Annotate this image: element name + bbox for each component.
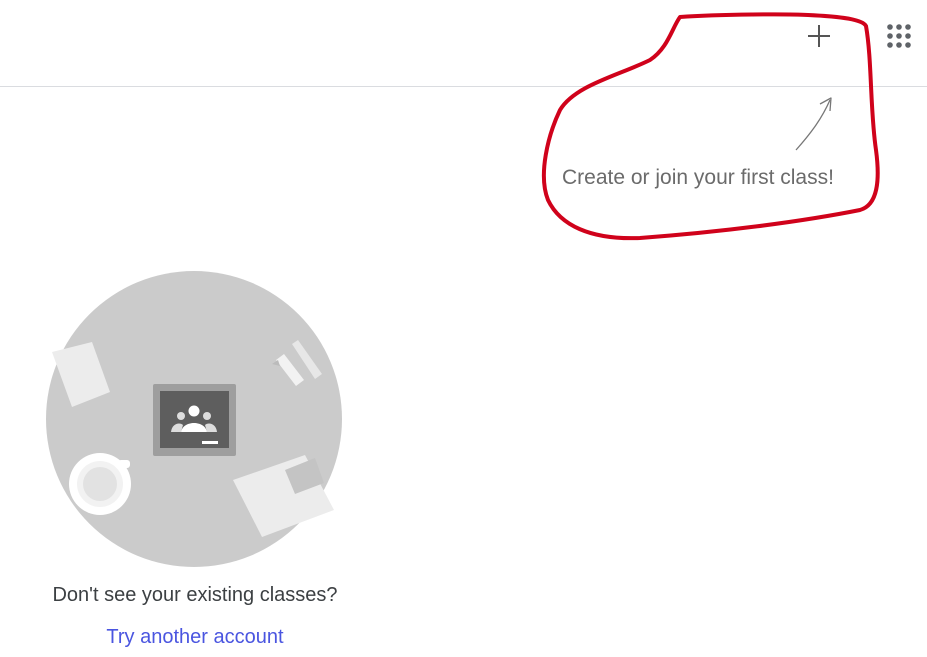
coffee-cup-icon [69, 453, 131, 515]
arrow-annotation [795, 99, 831, 151]
first-class-hint: Create or join your first class! [562, 166, 834, 189]
red-highlight-annotation [541, 12, 880, 241]
try-another-account-link[interactable]: Try another account [0, 626, 390, 649]
classroom-home: Create or join your first class! Don't s… [0, 0, 927, 657]
google-apps-button[interactable] [880, 18, 918, 54]
missing-classes-question: Don't see your existing classes? [52, 584, 338, 606]
apps-grid-icon [887, 24, 911, 48]
empty-desk-illustration [46, 271, 342, 567]
classroom-logo-icon [153, 384, 236, 456]
